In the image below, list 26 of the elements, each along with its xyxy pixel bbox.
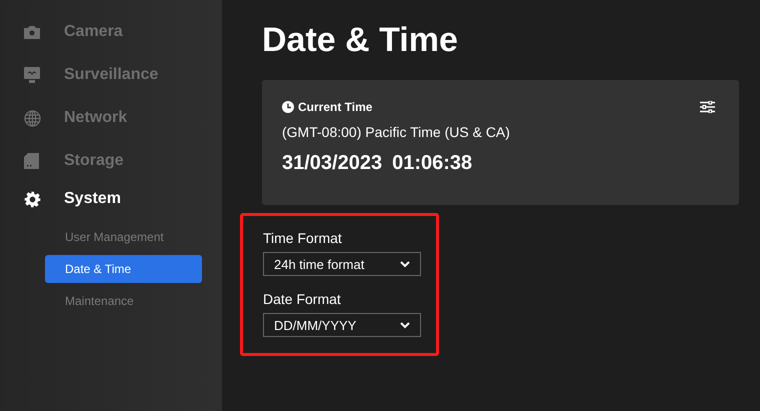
storage-card-icon [24, 153, 39, 169]
date-text: 31/03/2023 [282, 152, 382, 175]
card-heading: Current Time [298, 100, 372, 114]
nav-item[interactable]: Network [0, 107, 222, 129]
clock-icon [282, 101, 294, 113]
settings-icon [24, 190, 41, 208]
dropdown[interactable]: DD/MM/YYYY [263, 313, 421, 337]
nav-item[interactable]: Camera [0, 21, 222, 43]
dropdown[interactable]: 24h time format [263, 252, 421, 276]
nav-item[interactable]: System [0, 188, 222, 210]
page-title: Date & Time [262, 20, 459, 60]
nav-subitem[interactable]: User Management [45, 223, 202, 251]
timezone-text: (GMT-08:00) Pacific Time (US & CA) [282, 124, 511, 140]
globe-icon [24, 110, 41, 126]
monitor-icon [24, 67, 40, 83]
field-label: Time Format [263, 230, 343, 246]
chevron-down-icon [400, 322, 410, 328]
time-text: 01:06:38 [392, 152, 472, 175]
chevron-down-icon [400, 260, 410, 268]
nav-subitem[interactable]: Maintenance [45, 287, 202, 315]
settings-sliders-icon[interactable] [700, 101, 715, 113]
field-label: Date Format [263, 291, 342, 307]
camera-icon [24, 25, 40, 39]
nav-item[interactable]: Surveillance [0, 64, 222, 86]
nav-item[interactable]: Storage [0, 150, 222, 172]
nav-subitem[interactable]: Date & Time [45, 255, 202, 283]
